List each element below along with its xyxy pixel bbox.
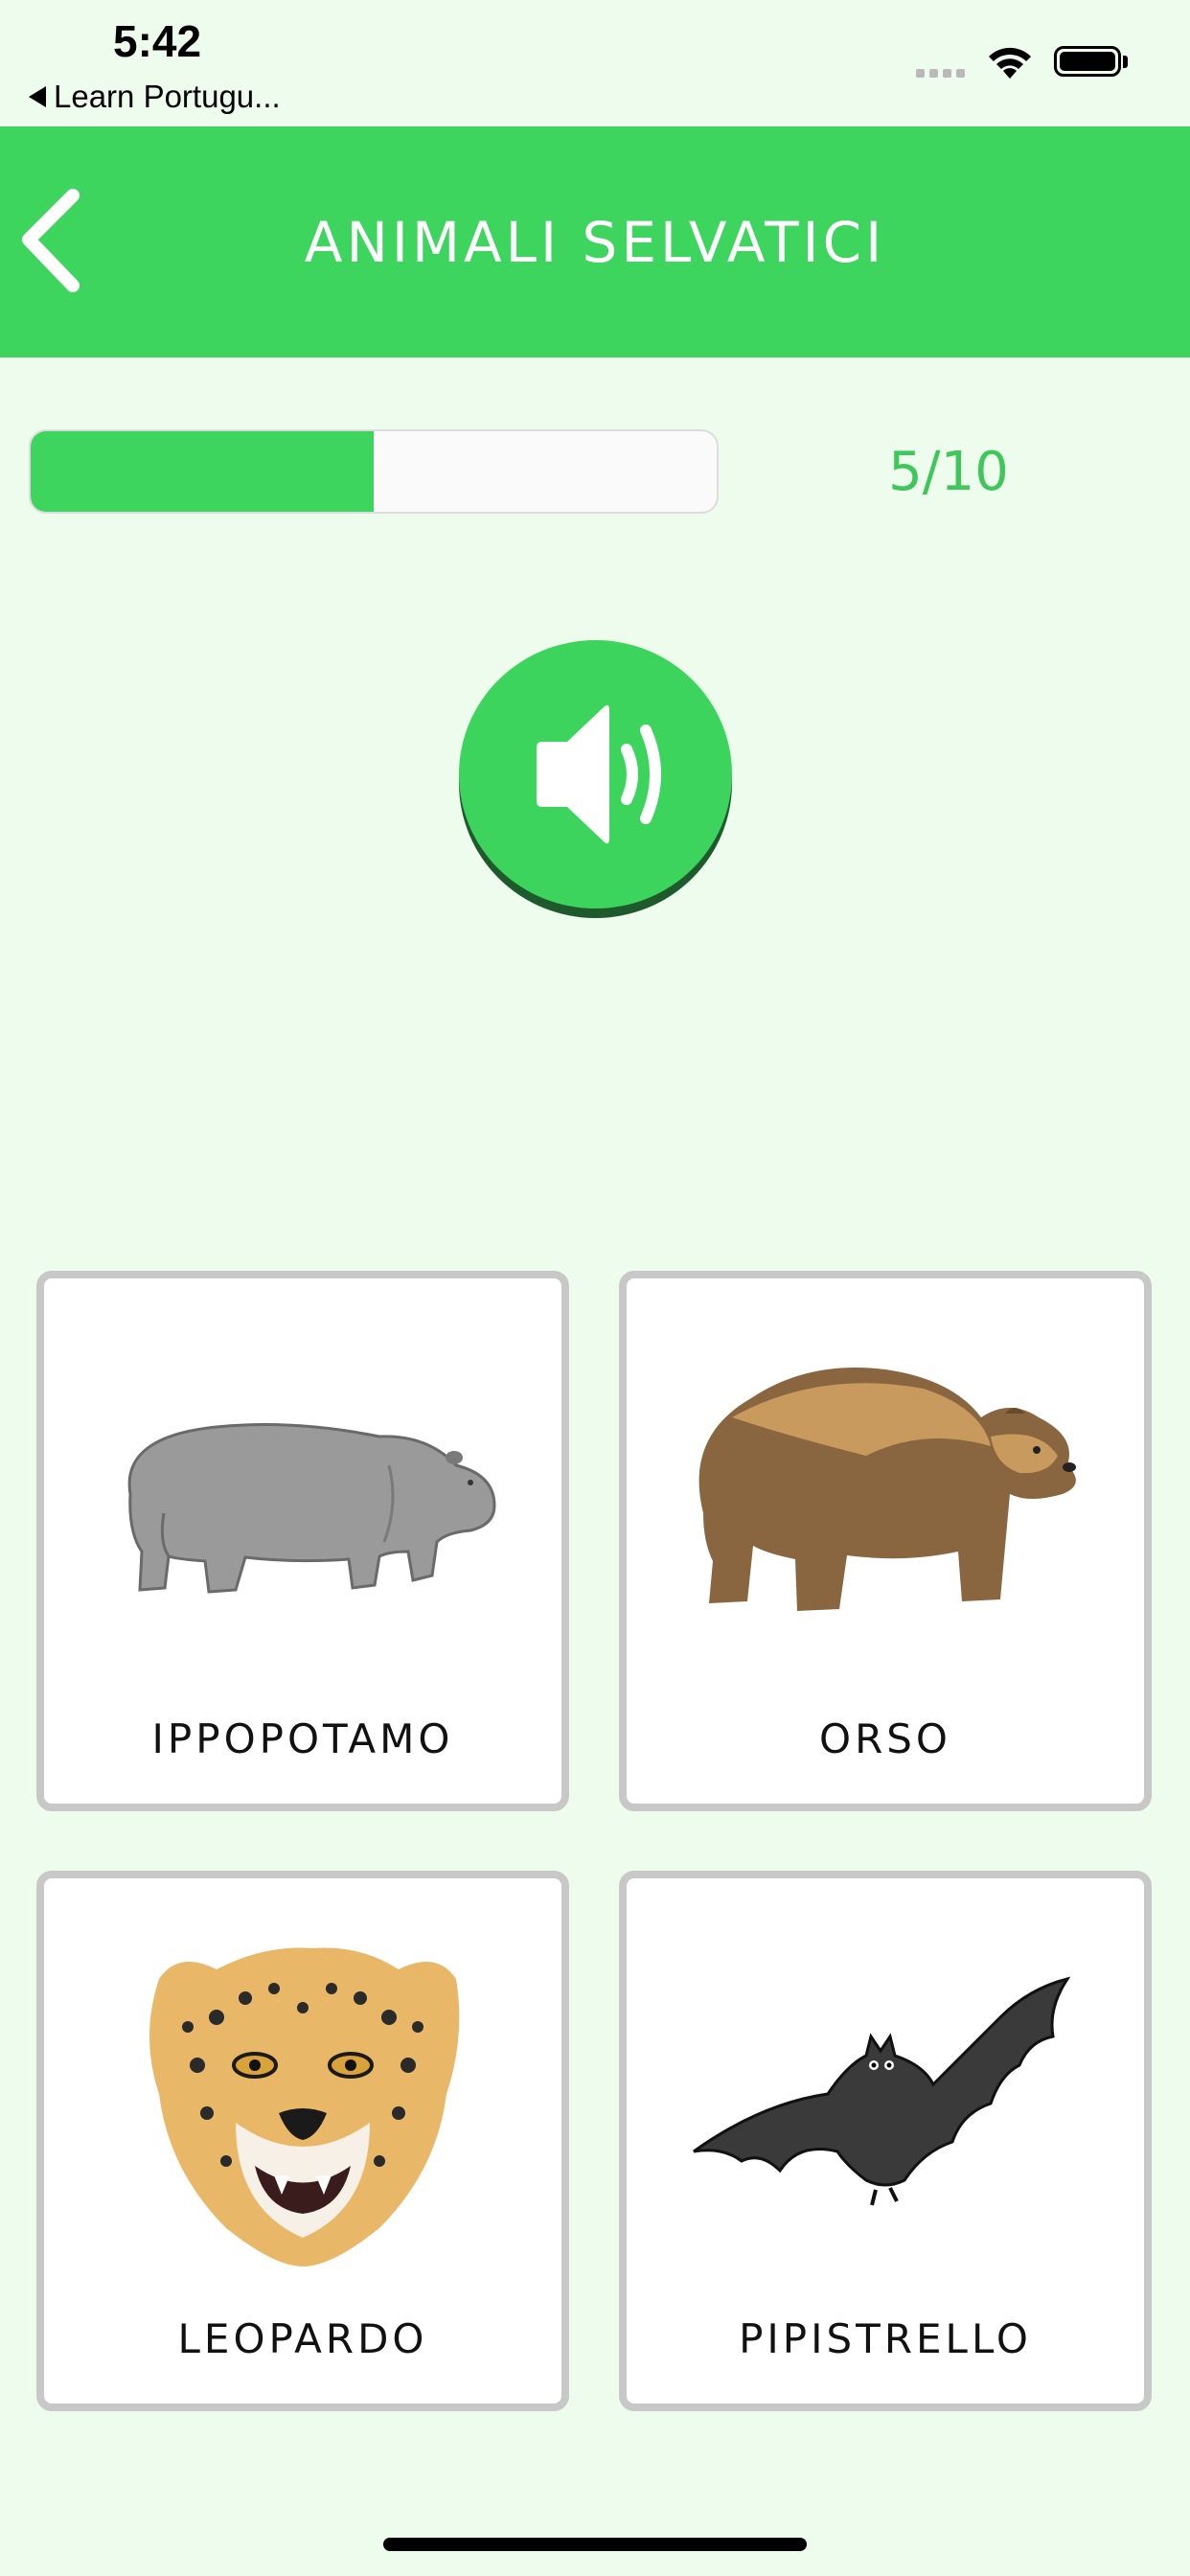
answer-label: PIPISTRELLO (739, 2314, 1032, 2362)
speaker-icon (536, 704, 661, 844)
cellular-signal-icon (916, 69, 965, 78)
header-bar: ANIMALI SELVATICI (0, 126, 1190, 357)
bear-image (627, 1317, 1144, 1690)
page-title: ANIMALI SELVATICI (304, 209, 886, 275)
bat-image (627, 1917, 1144, 2290)
answer-label: ORSO (819, 1714, 951, 1762)
answer-label: IPPOPOTAMO (151, 1714, 454, 1762)
back-app-label: Learn Portugu... (54, 79, 281, 114)
play-audio-button[interactable] (459, 640, 732, 918)
progress-fill (31, 431, 374, 512)
answer-card-bear[interactable]: ORSO (619, 1271, 1152, 1811)
button-face (459, 640, 732, 908)
wifi-icon (989, 47, 1031, 79)
home-indicator[interactable] (383, 2538, 807, 2551)
chevron-left-icon (22, 189, 80, 292)
back-to-app-link[interactable]: Learn Portugu... (29, 79, 281, 115)
back-triangle-icon (29, 86, 46, 107)
status-time: 5:42 (113, 16, 202, 66)
hippo-image (44, 1317, 561, 1690)
back-button[interactable] (17, 186, 94, 301)
answer-card-hippo[interactable]: IPPOPOTAMO (36, 1271, 569, 1811)
answer-card-bat[interactable]: PIPISTRELLO (619, 1871, 1152, 2411)
answer-label: LEOPARDO (177, 2314, 428, 2362)
battery-tip (1123, 56, 1128, 68)
status-bar: 5:42 Learn Portugu... (0, 0, 1190, 126)
progress-count: 5/10 (888, 440, 1009, 503)
battery-icon (1054, 46, 1121, 77)
leopard-image (44, 1917, 561, 2290)
answer-card-leopard[interactable]: LEOPARDO (36, 1871, 569, 2411)
progress-bar (29, 429, 719, 514)
